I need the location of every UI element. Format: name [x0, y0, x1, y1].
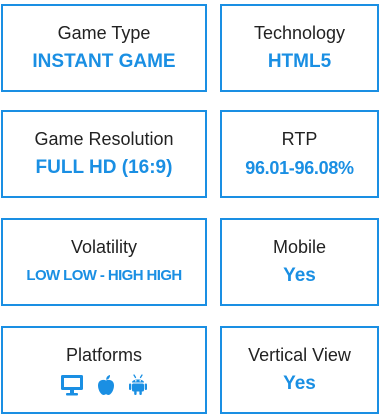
- game-type-card: Game Type INSTANT GAME: [1, 4, 207, 92]
- game-type-value: INSTANT GAME: [32, 51, 176, 72]
- game-type-label: Game Type: [57, 23, 151, 43]
- technology-card: Technology HTML5: [220, 4, 379, 92]
- mobile-value: Yes: [283, 265, 316, 286]
- vertical-view-value: Yes: [283, 373, 316, 394]
- mobile-card: Mobile Yes: [220, 218, 379, 306]
- apple-icon: [96, 374, 116, 396]
- rtp-card: RTP 96.01-96.08%: [220, 110, 379, 198]
- game-resolution-value: FULL HD (16:9): [35, 157, 173, 178]
- platform-icons: [60, 374, 148, 396]
- vertical-view-label: Vertical View: [248, 345, 351, 365]
- platforms-card: Platforms: [1, 326, 207, 414]
- technology-value: HTML5: [267, 51, 332, 72]
- android-icon: [128, 374, 148, 396]
- game-resolution-card: Game Resolution FULL HD (16:9): [1, 110, 207, 198]
- volatility-card: Volatility LOW LOW - HIGH HIGH: [1, 218, 207, 306]
- volatility-label: Volatility: [70, 237, 138, 257]
- platforms-label: Platforms: [65, 345, 143, 365]
- rtp-value: 96.01-96.08%: [245, 158, 354, 178]
- vertical-view-card: Vertical View Yes: [220, 326, 379, 414]
- desktop-icon: [60, 374, 84, 396]
- mobile-label: Mobile: [272, 237, 327, 257]
- volatility-value: LOW LOW - HIGH HIGH: [26, 267, 182, 284]
- rtp-label: RTP: [281, 129, 318, 149]
- game-resolution-label: Game Resolution: [34, 129, 174, 149]
- technology-label: Technology: [253, 23, 346, 43]
